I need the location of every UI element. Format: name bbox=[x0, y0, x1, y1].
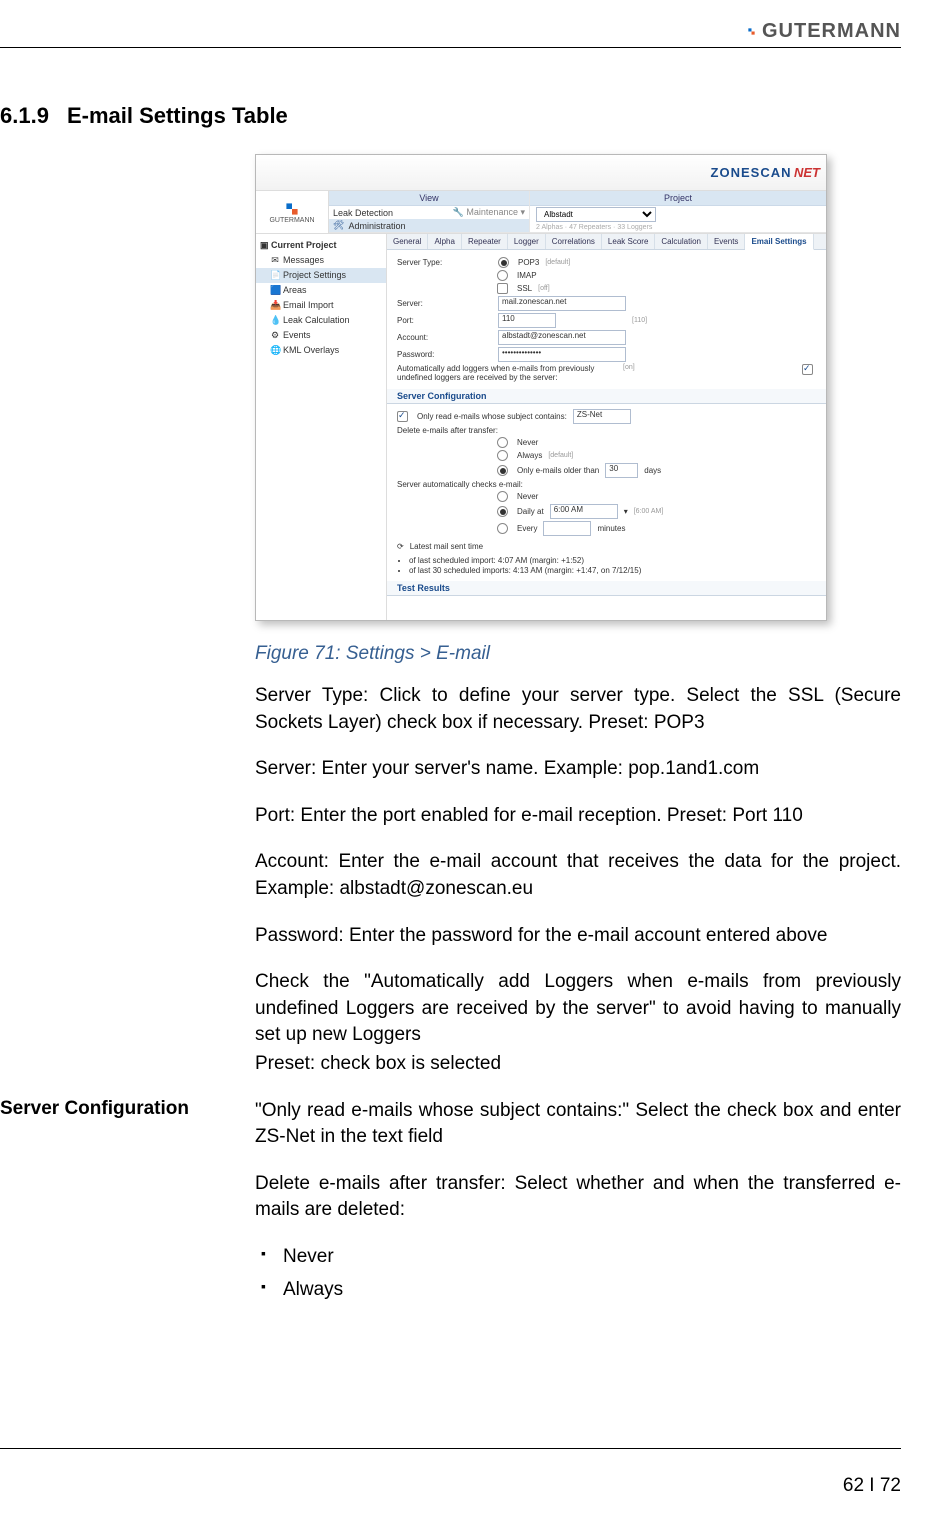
delete-options-list: Never Always bbox=[255, 1244, 901, 1303]
para-only-read: "Only read e-mails whose subject contain… bbox=[255, 1098, 901, 1151]
tree-item[interactable]: 💧Leak Calculation bbox=[256, 313, 386, 328]
tab-repeater[interactable]: Repeater bbox=[462, 234, 508, 249]
section-heading: 6.1.9 E-mail Settings Table bbox=[0, 103, 901, 129]
logo-icon bbox=[747, 27, 756, 36]
para-server-type: Server Type: Click to define your server… bbox=[255, 683, 901, 736]
side-label-server-config: Server Configuration bbox=[0, 1098, 240, 1120]
tree-item[interactable]: 📄Project Settings bbox=[256, 268, 386, 283]
tree-root[interactable]: ▣ Current Project bbox=[256, 238, 386, 253]
bullet-always: Always bbox=[255, 1277, 901, 1304]
radio-check-never[interactable] bbox=[497, 491, 508, 502]
tree-item[interactable]: 🟦Areas bbox=[256, 283, 386, 298]
bullet-never: Never bbox=[255, 1244, 901, 1271]
tab-events[interactable]: Events bbox=[708, 234, 745, 249]
tab-calculation[interactable]: Calculation bbox=[655, 234, 708, 249]
radio-delete-always[interactable] bbox=[497, 450, 508, 461]
latest-label: Latest mail sent time bbox=[410, 542, 483, 551]
para-port: Port: Enter the port enabled for e-mail … bbox=[255, 803, 901, 830]
section-title: E-mail Settings Table bbox=[67, 103, 288, 128]
radio-delete-older[interactable] bbox=[497, 465, 508, 476]
only-read-input[interactable]: ZS-Net bbox=[573, 409, 631, 424]
autoadd-label: Automatically add loggers when e-mails f… bbox=[397, 364, 617, 382]
port-label: Port: bbox=[397, 316, 492, 325]
password-input[interactable]: •••••••••••••• bbox=[498, 347, 626, 362]
nav-leak-detection[interactable]: Leak Detection🔧 Maintenance ▾ bbox=[329, 206, 529, 219]
check-autoadd[interactable] bbox=[802, 364, 813, 375]
tree-item[interactable]: ⚙Events bbox=[256, 328, 386, 343]
account-label: Account: bbox=[397, 333, 492, 342]
autocheck-label: Server automatically checks e-mail: bbox=[397, 480, 523, 489]
check-ssl[interactable] bbox=[497, 283, 508, 294]
daily-input[interactable]: 6:00 AM bbox=[550, 504, 618, 519]
section-number: 6.1.9 bbox=[0, 103, 49, 128]
radio-pop3[interactable] bbox=[498, 257, 509, 268]
tree-item[interactable]: 🌐KML Overlays bbox=[256, 343, 386, 358]
nav-project-header: Project bbox=[530, 191, 826, 206]
every-input[interactable] bbox=[543, 521, 591, 536]
tab-general[interactable]: General bbox=[387, 234, 428, 249]
port-input[interactable]: 110 bbox=[498, 313, 556, 328]
page-footer: 62 I 72 bbox=[0, 1448, 901, 1497]
radio-check-daily[interactable] bbox=[497, 506, 508, 517]
test-results-header: Test Results bbox=[387, 581, 826, 596]
server-label: Server: bbox=[397, 299, 492, 308]
app-titlebar: ZONESCAN NET bbox=[256, 155, 826, 191]
figure-caption: Figure 71: Settings > E-mail bbox=[255, 643, 901, 665]
page-header: GUTERMANN bbox=[0, 20, 901, 48]
para-autoadd-preset: Preset: check box is selected bbox=[255, 1051, 901, 1078]
tab-leak-score[interactable]: Leak Score bbox=[602, 234, 655, 249]
para-delete: Delete e-mails after transfer: Select wh… bbox=[255, 1171, 901, 1224]
logo-icon bbox=[284, 201, 300, 217]
latest-b1: of last scheduled import: 4:07 AM (margi… bbox=[409, 556, 816, 565]
nav-administration[interactable]: 🛠 Administration bbox=[329, 219, 529, 232]
tab-logger[interactable]: Logger bbox=[508, 234, 546, 249]
latest-b2: of last 30 scheduled imports: 4:13 AM (m… bbox=[409, 566, 816, 575]
project-subinfo: 2 Alphas · 47 Repeaters · 33 Loggers bbox=[530, 223, 826, 232]
app-logo-text: GUTERMANN bbox=[269, 217, 314, 224]
para-autoadd: Check the "Automatically add Loggers whe… bbox=[255, 969, 901, 1049]
only-read-label: Only read e-mails whose subject contains… bbox=[417, 412, 567, 421]
tree-item[interactable]: ✉Messages bbox=[256, 253, 386, 268]
app-logo-cell: GUTERMANN bbox=[256, 191, 329, 233]
older-input[interactable]: 30 bbox=[605, 463, 638, 478]
tab-email-settings[interactable]: Email Settings bbox=[745, 234, 813, 250]
server-input[interactable]: mail.zonescan.net bbox=[498, 296, 626, 311]
radio-check-every[interactable] bbox=[497, 523, 508, 534]
para-server: Server: Enter your server's name. Exampl… bbox=[255, 756, 901, 783]
page-number: 62 I 72 bbox=[843, 1475, 901, 1496]
nav-view-header: View bbox=[329, 191, 529, 206]
screenshot-figure: ZONESCAN NET GUTERMANN View Le bbox=[255, 154, 827, 621]
account-input[interactable]: albstadt@zonescan.net bbox=[498, 330, 626, 345]
tabs-bar: General Alpha Repeater Logger Correlatio… bbox=[387, 234, 826, 250]
para-account: Account: Enter the e-mail account that r… bbox=[255, 849, 901, 902]
password-label: Password: bbox=[397, 350, 492, 359]
brand-name: GUTERMANN bbox=[762, 20, 901, 43]
project-select[interactable]: Albstadt bbox=[536, 207, 656, 222]
tab-alpha[interactable]: Alpha bbox=[428, 234, 461, 249]
brand-logo: GUTERMANN bbox=[747, 20, 901, 43]
tree-panel: ▣ Current Project ✉Messages 📄Project Set… bbox=[256, 234, 387, 620]
server-config-header: Server Configuration bbox=[387, 389, 826, 404]
tab-correlations[interactable]: Correlations bbox=[546, 234, 602, 249]
para-password: Password: Enter the password for the e-m… bbox=[255, 923, 901, 950]
check-only-read[interactable] bbox=[397, 411, 408, 422]
radio-delete-never[interactable] bbox=[497, 437, 508, 448]
server-type-label: Server Type: bbox=[397, 258, 492, 267]
app-brand-suffix: NET bbox=[794, 165, 820, 180]
app-brand: ZONESCAN bbox=[711, 165, 792, 180]
delete-label: Delete e-mails after transfer: bbox=[397, 426, 498, 435]
radio-imap[interactable] bbox=[497, 270, 508, 281]
tree-item[interactable]: 📥Email Import bbox=[256, 298, 386, 313]
